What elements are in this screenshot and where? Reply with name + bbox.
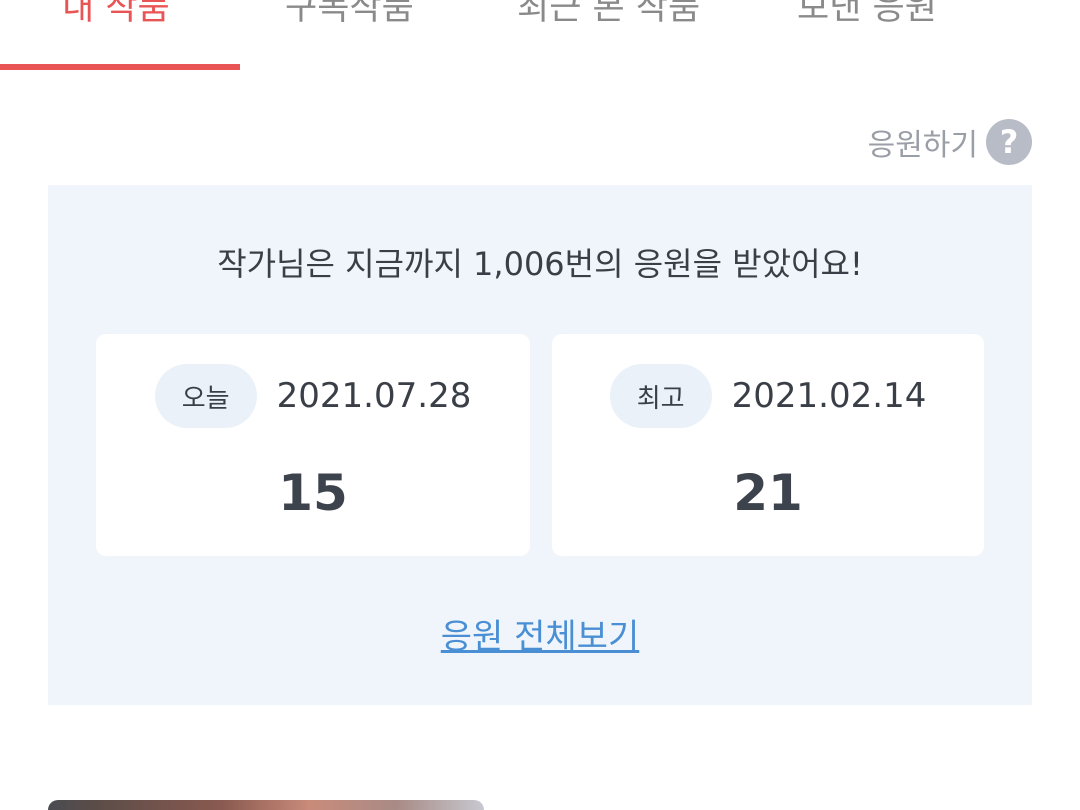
active-tab-indicator (0, 64, 240, 70)
work-thumbnail[interactable] (48, 800, 484, 810)
best-stat-card: 최고 2021.02.14 21 (552, 334, 984, 556)
tab-bar: 내 작품 구독작품 최근 본 작품 보낸 응원 (0, 0, 1080, 70)
best-date: 2021.02.14 (731, 376, 927, 416)
tab-subscribed-works[interactable]: 구독작품 (285, 0, 414, 38)
cheer-summary-panel: 작가님은 지금까지 1,006번의 응원을 받았어요! 오늘 2021.07.2… (48, 185, 1032, 705)
view-all-cheers-link[interactable]: 응원 전체보기 (48, 609, 1032, 658)
cheer-total-summary: 작가님은 지금까지 1,006번의 응원을 받았어요! (217, 245, 863, 283)
cheer-help-label: 응원하기 (867, 128, 978, 163)
question-circle-icon[interactable]: ? (986, 119, 1032, 165)
tab-recently-viewed[interactable]: 최근 본 작품 (517, 0, 700, 38)
today-date: 2021.07.28 (276, 376, 472, 416)
best-badge: 최고 (609, 364, 712, 428)
cheer-help-link[interactable]: 응원하기 ? (868, 118, 1032, 166)
today-stat-card: 오늘 2021.07.28 15 (96, 334, 530, 556)
tab-my-works[interactable]: 내 작품 (62, 0, 170, 38)
best-count: 21 (733, 464, 803, 522)
today-badge: 오늘 (154, 364, 257, 428)
page: 내 작품 구독작품 최근 본 작품 보낸 응원 응원하기 ? 작가님은 지금까지… (0, 0, 1080, 810)
today-count: 15 (278, 464, 348, 522)
tab-sent-cheers[interactable]: 보낸 응원 (797, 0, 937, 38)
